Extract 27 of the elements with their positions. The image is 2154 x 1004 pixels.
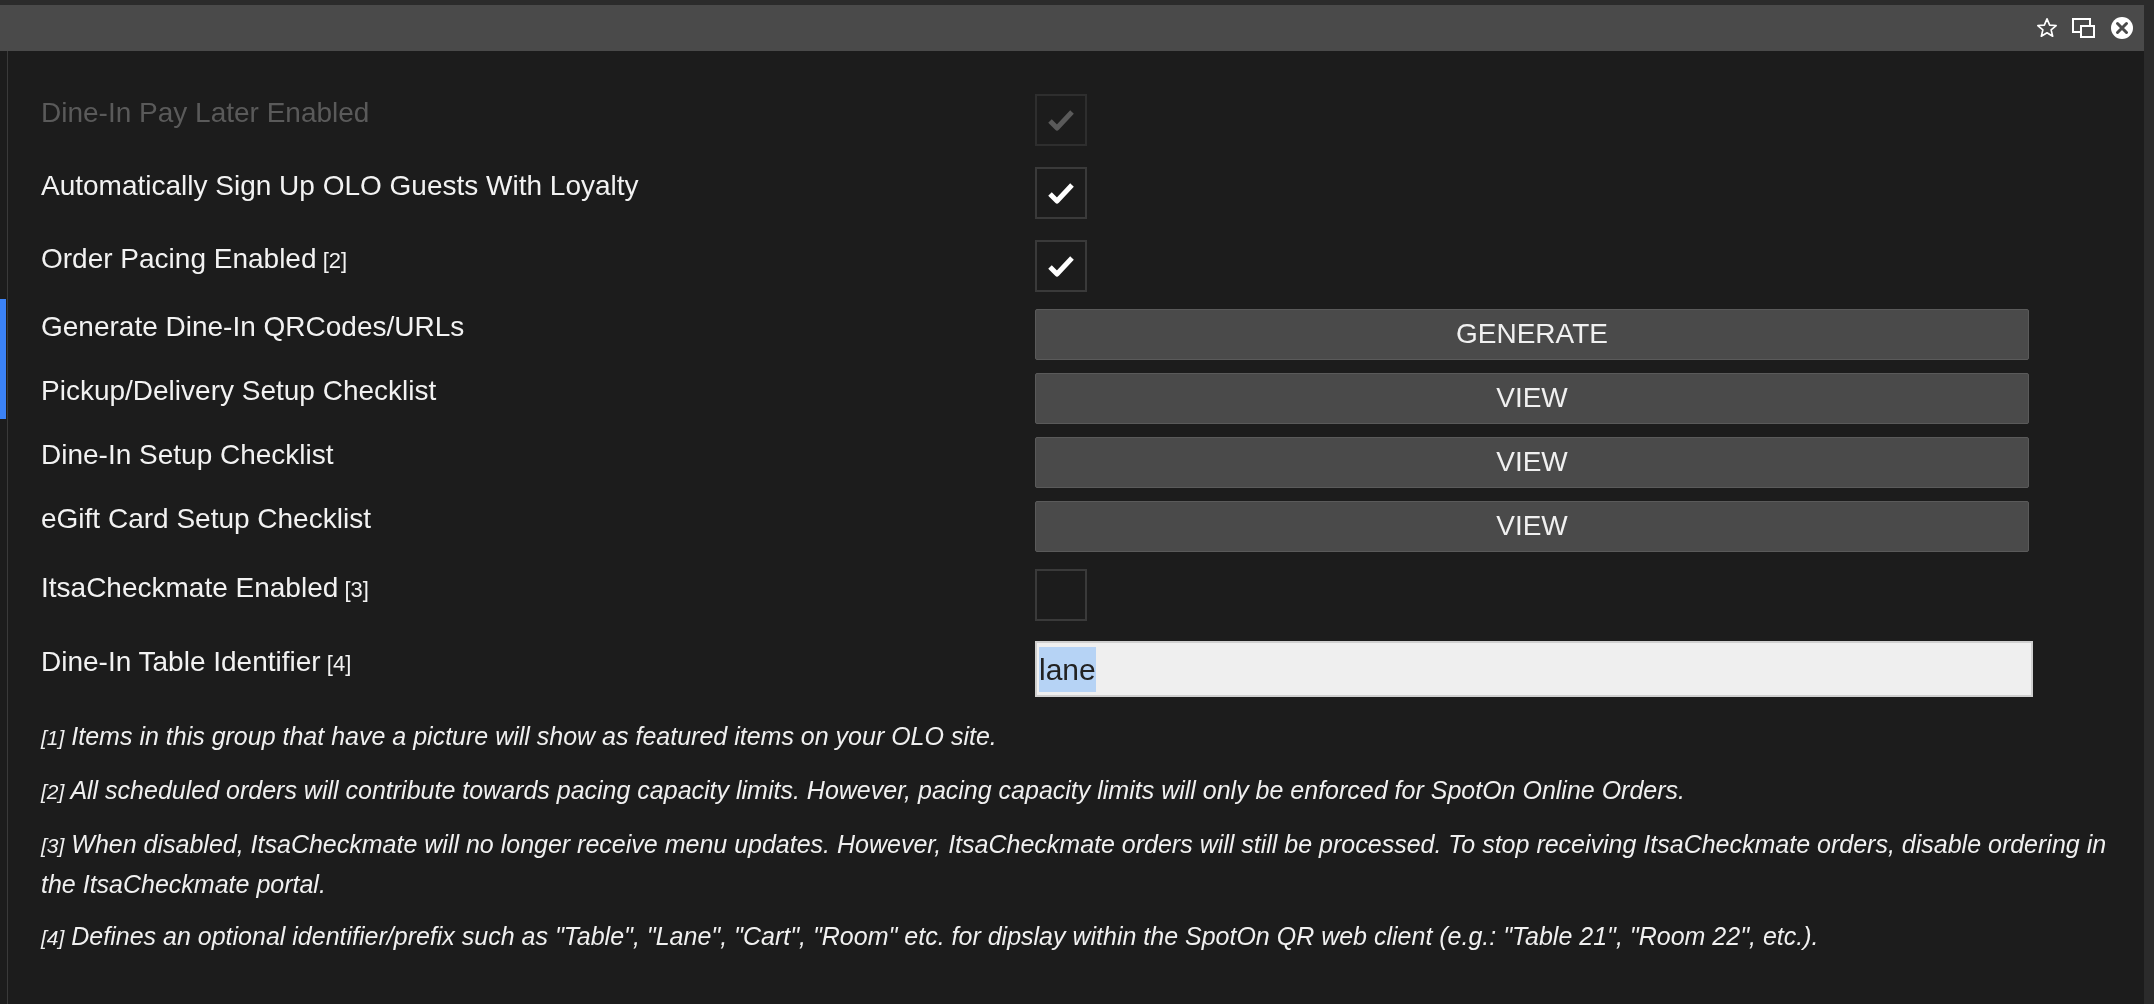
- windows-icon[interactable]: [2072, 17, 2096, 39]
- checkbox[interactable]: [1035, 239, 1087, 292]
- action-button[interactable]: VIEW: [1035, 500, 2029, 552]
- setting-label: ItsaCheckmate Enabled [3]: [41, 570, 370, 605]
- footnote: [4] Defines an optional identifier/prefix such as "Table", "Lane", "Cart", "Room" etc. for dipslay within the SpotOn QR web client (e.g.: "Table 21", "Room 22", etc.).: [41, 921, 1820, 952]
- close-icon[interactable]: [2110, 16, 2134, 40]
- star-icon[interactable]: [2036, 17, 2058, 39]
- setting-label: Dine-In Pay Later Enabled: [41, 95, 371, 130]
- footnote: [2] All scheduled orders will contribute towards pacing capacity limits. However, pacing capacity limits will only be enforced for SpotOn Online Orders.: [41, 775, 1686, 806]
- setting-label: Automatically Sign Up OLO Guests With Loyalty: [41, 168, 640, 203]
- checkmark-icon: [1048, 254, 1074, 277]
- footnote: [3] When disabled, ItsaCheckmate will no longer receive menu updates. However, ItsaCheckmate orders will still be processed. To stop receiving ItsaCheckmate orders, disable ordering in the ItsaCheckmate portal.: [41, 829, 2108, 900]
- setting-label: Order Pacing Enabled [2]: [41, 241, 349, 276]
- action-button[interactable]: GENERATE: [1035, 308, 2029, 360]
- setting-label: Dine-In Table Identifier [4]: [41, 645, 353, 679]
- footnote: [1] Items in this group that have a picture will show as featured items on your OLO site.: [41, 721, 998, 752]
- setting-label: Pickup/Delivery Setup Checklist: [41, 374, 438, 408]
- action-button[interactable]: VIEW: [1035, 436, 2029, 488]
- checkbox[interactable]: [1035, 166, 1087, 219]
- checkmark-icon: [1048, 108, 1074, 131]
- checkbox[interactable]: [1035, 568, 1087, 621]
- setting-label: Dine-In Setup Checklist: [41, 438, 335, 472]
- action-button[interactable]: VIEW: [1035, 372, 2029, 424]
- setting-label: eGift Card Setup Checklist: [41, 502, 372, 536]
- setting-label: Generate Dine-In QRCodes/URLs: [41, 310, 466, 344]
- input-field[interactable]: lane: [1035, 641, 2033, 697]
- checkmark-icon: [1048, 181, 1074, 204]
